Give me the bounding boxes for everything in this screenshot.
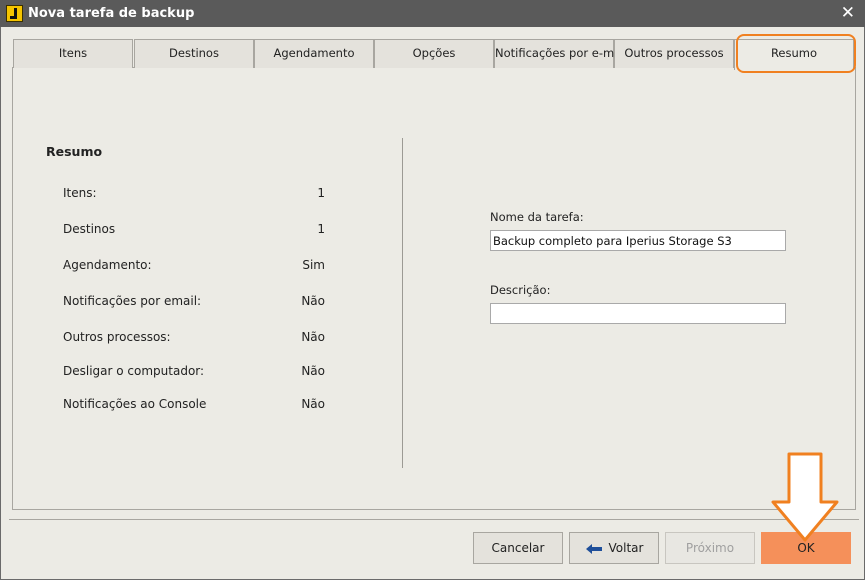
- summary-label: Agendamento:: [63, 258, 152, 272]
- arrow-left-icon: [585, 543, 602, 554]
- task-name-label: Nome da tarefa:: [490, 210, 584, 224]
- summary-label: Notificações ao Console: [63, 397, 207, 411]
- description-input[interactable]: [490, 303, 786, 324]
- summary-row-notificacoes-email: Notificações por email: Não: [63, 294, 325, 312]
- arrow-down-icon: [771, 452, 839, 542]
- summary-value: Não: [301, 294, 325, 308]
- summary-value: Sim: [302, 258, 325, 272]
- summary-row-notificacoes-console: Notificações ao Console Não: [63, 397, 325, 415]
- tab-itens[interactable]: Itens: [13, 39, 133, 68]
- summary-title: Resumo: [46, 144, 103, 159]
- tab-notificacoes-email[interactable]: Notificações por e-mail: [494, 39, 628, 68]
- summary-value: Não: [301, 330, 325, 344]
- close-icon[interactable]: ✕: [841, 3, 855, 23]
- title-bar: Nova tarefa de backup ✕: [0, 0, 865, 27]
- footer-divider: [9, 519, 859, 520]
- next-button[interactable]: Próximo: [665, 532, 755, 564]
- tab-destinos[interactable]: Destinos: [134, 39, 254, 68]
- tab-outros-processos[interactable]: Outros processos: [614, 39, 734, 68]
- task-name-input[interactable]: [490, 230, 786, 251]
- back-button[interactable]: Voltar: [569, 532, 659, 564]
- summary-label: Notificações por email:: [63, 294, 202, 308]
- iperius-app-icon: [6, 5, 23, 22]
- dialog-body: Resumo Itens: 1 Destinos 1 Agendamento: …: [0, 27, 865, 580]
- summary-label: Outros processos:: [63, 330, 171, 344]
- description-label: Descrição:: [490, 283, 551, 297]
- summary-value: 1: [317, 222, 325, 236]
- summary-label: Itens:: [63, 186, 97, 200]
- vertical-divider: [402, 138, 403, 468]
- summary-label: Desligar o computador:: [63, 364, 205, 378]
- window-title: Nova tarefa de backup: [28, 6, 195, 21]
- summary-label: Destinos: [63, 222, 116, 236]
- summary-row-destinos: Destinos 1: [63, 222, 325, 240]
- summary-row-outros-processos: Outros processos: Não: [63, 330, 325, 348]
- tab-agendamento[interactable]: Agendamento: [254, 39, 374, 68]
- cancel-button[interactable]: Cancelar: [473, 532, 563, 564]
- tab-panel-resumo: Resumo Itens: 1 Destinos 1 Agendamento: …: [12, 67, 856, 510]
- summary-value: Não: [301, 364, 325, 378]
- summary-value: Não: [301, 397, 325, 411]
- active-tab-highlight: [736, 34, 856, 73]
- tab-opcoes[interactable]: Opções: [374, 39, 494, 68]
- summary-value: 1: [317, 186, 325, 200]
- summary-row-desligar-computador: Desligar o computador: Não: [63, 364, 325, 382]
- back-button-label: Voltar: [608, 541, 644, 555]
- summary-row-agendamento: Agendamento: Sim: [63, 258, 325, 276]
- summary-row-itens: Itens: 1: [63, 186, 325, 204]
